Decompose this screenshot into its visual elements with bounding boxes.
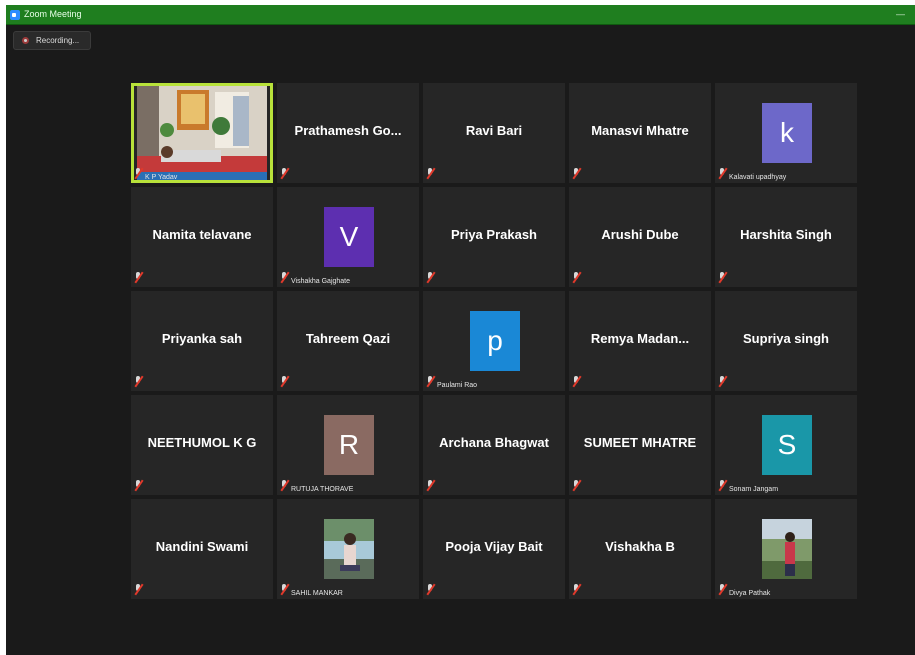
participant-label: Divya Pathak	[729, 590, 771, 597]
participant-name: Pooja Vijay Bait	[445, 539, 543, 554]
record-icon	[22, 37, 29, 44]
participant-name: Archana Bhagwat	[439, 435, 549, 450]
avatar-initial: R	[324, 415, 374, 475]
participant-name: Prathamesh Go...	[294, 123, 402, 138]
participant-label: K P Yadav	[145, 174, 178, 181]
participant-name: Supriya singh	[743, 331, 829, 346]
window-title: Zoom Meeting	[24, 9, 82, 19]
title-bar: Zoom Meeting —	[6, 5, 915, 25]
participant-name: Ravi Bari	[465, 123, 523, 138]
participant-tile[interactable]: Divya Pathak	[715, 499, 857, 599]
muted-mic-icon	[134, 376, 143, 387]
recording-indicator[interactable]: Recording...	[13, 31, 91, 50]
participant-name: Priya Prakash	[450, 227, 537, 242]
participant-tile[interactable]: Priya Prakash	[423, 187, 565, 287]
zoom-window: Zoom Meeting — Recording... K P Yadav Pra…	[6, 5, 915, 655]
participant-name: SUMEET MHATRE	[583, 435, 697, 450]
recording-label: Recording...	[36, 36, 80, 45]
muted-mic-icon	[572, 168, 581, 179]
muted-mic-icon	[718, 584, 727, 595]
muted-mic-icon	[280, 584, 289, 595]
participant-tile[interactable]: Pooja Vijay Bait	[423, 499, 565, 599]
participant-tile[interactable]: S Sonam Jangam	[715, 395, 857, 495]
zoom-app-icon	[10, 10, 20, 20]
muted-mic-icon	[718, 480, 727, 491]
participant-tile[interactable]: NEETHUMOL K G	[131, 395, 273, 495]
profile-photo	[762, 519, 812, 579]
avatar-initial: S	[762, 415, 812, 475]
muted-mic-icon	[718, 376, 727, 387]
participant-name: Manasvi Mhatre	[591, 123, 689, 138]
participant-name: Remya Madan...	[590, 331, 690, 346]
muted-mic-icon	[134, 168, 143, 179]
muted-mic-icon	[426, 376, 435, 387]
participant-name: Harshita Singh	[740, 227, 832, 242]
participant-tile[interactable]: Harshita Singh	[715, 187, 857, 287]
participant-tile[interactable]: Arushi Dube	[569, 187, 711, 287]
muted-mic-icon	[572, 584, 581, 595]
muted-mic-icon	[426, 272, 435, 283]
participant-tile[interactable]: SAHIL MANKAR	[277, 499, 419, 599]
participant-label: SAHIL MANKAR	[291, 590, 343, 597]
participant-tile[interactable]: Namita telavane	[131, 187, 273, 287]
participant-tile[interactable]: K P Yadav	[131, 83, 273, 183]
participant-tile[interactable]: SUMEET MHATRE	[569, 395, 711, 495]
muted-mic-icon	[134, 584, 143, 595]
participant-name: Priyanka sah	[161, 331, 243, 346]
avatar-initial: p	[470, 311, 520, 371]
participant-tile[interactable]: Remya Madan...	[569, 291, 711, 391]
participant-video	[137, 86, 267, 180]
participant-tile[interactable]: p Paulami Rao	[423, 291, 565, 391]
muted-mic-icon	[280, 376, 289, 387]
participant-tile[interactable]: Prathamesh Go...	[277, 83, 419, 183]
participant-tile[interactable]: Nandini Swami	[131, 499, 273, 599]
participant-label: Vishakha Gajghate	[291, 278, 351, 285]
muted-mic-icon	[134, 480, 143, 491]
muted-mic-icon	[572, 480, 581, 491]
muted-mic-icon	[426, 168, 435, 179]
participant-gallery: K P Yadav Prathamesh Go... Ravi Bari Manasv…	[131, 83, 857, 599]
participant-name: Arushi Dube	[601, 227, 679, 242]
participant-label: Sonam Jangam	[729, 486, 779, 493]
participant-name: Namita telavane	[152, 227, 252, 242]
participant-label: RUTUJA THORAVE	[291, 486, 354, 493]
participant-name: Nandini Swami	[155, 539, 249, 554]
muted-mic-icon	[280, 168, 289, 179]
participant-tile[interactable]: Ravi Bari	[423, 83, 565, 183]
participant-tile[interactable]: k Kalavati upadhyay	[715, 83, 857, 183]
muted-mic-icon	[280, 480, 289, 491]
participant-tile[interactable]: Supriya singh	[715, 291, 857, 391]
avatar-initial: k	[762, 103, 812, 163]
participant-label: Kalavati upadhyay	[729, 174, 787, 181]
participant-label: Paulami Rao	[437, 382, 478, 389]
muted-mic-icon	[426, 480, 435, 491]
participant-tile[interactable]: V Vishakha Gajghate	[277, 187, 419, 287]
participant-tile[interactable]: Vishakha B	[569, 499, 711, 599]
participant-name: Tahreem Qazi	[305, 331, 391, 346]
participant-tile[interactable]: Manasvi Mhatre	[569, 83, 711, 183]
muted-mic-icon	[572, 272, 581, 283]
muted-mic-icon	[572, 376, 581, 387]
muted-mic-icon	[134, 272, 143, 283]
participant-name: Vishakha B	[605, 539, 675, 554]
participant-tile[interactable]: Archana Bhagwat	[423, 395, 565, 495]
participant-name: NEETHUMOL K G	[147, 435, 257, 450]
avatar-initial: V	[324, 207, 374, 267]
muted-mic-icon	[280, 272, 289, 283]
minimize-button[interactable]: —	[896, 9, 905, 19]
muted-mic-icon	[718, 272, 727, 283]
muted-mic-icon	[718, 168, 727, 179]
muted-mic-icon	[426, 584, 435, 595]
participant-tile[interactable]: R RUTUJA THORAVE	[277, 395, 419, 495]
participant-tile[interactable]: Priyanka sah	[131, 291, 273, 391]
participant-tile[interactable]: Tahreem Qazi	[277, 291, 419, 391]
profile-photo	[324, 519, 374, 579]
